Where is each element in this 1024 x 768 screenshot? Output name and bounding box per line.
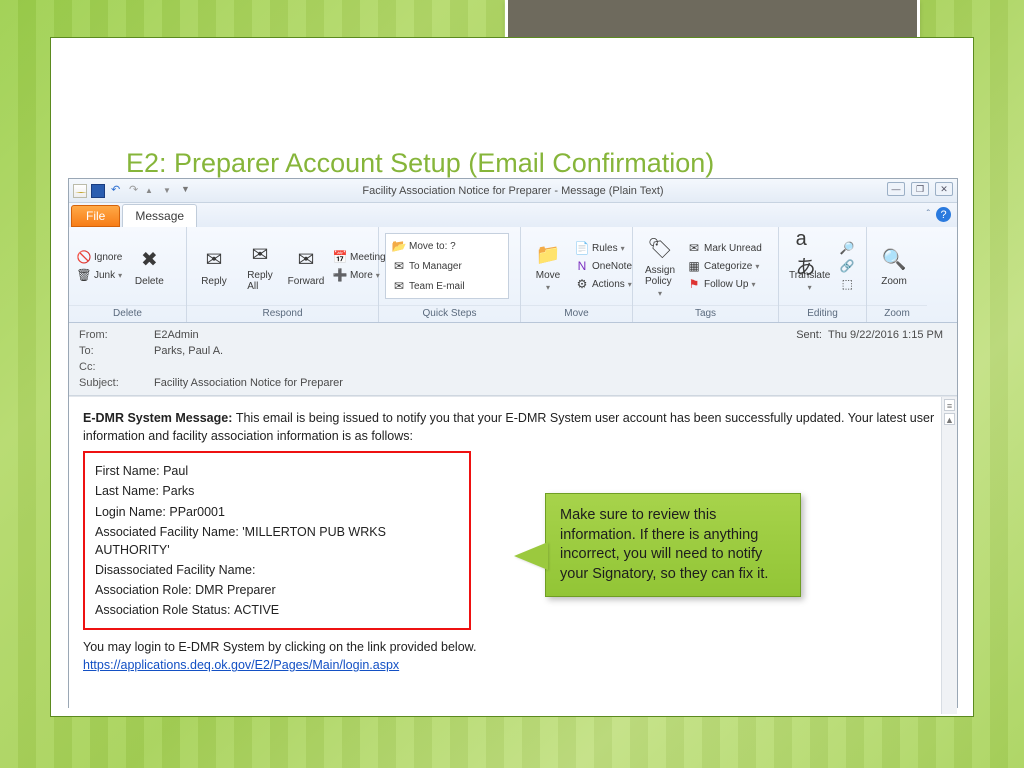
mail-icon <box>73 184 87 198</box>
to-value: Parks, Paul A. <box>154 345 223 357</box>
assign-policy-icon: 🏷 <box>646 235 674 263</box>
ribbon-tabs: File Message ˆ ? <box>69 203 957 227</box>
undo-icon[interactable] <box>109 184 123 198</box>
forward-button[interactable]: ✉Forward <box>285 244 327 289</box>
system-message: E-DMR System Message: This email is bein… <box>83 409 943 445</box>
to-label: To: <box>79 345 154 357</box>
next-icon[interactable] <box>163 184 177 198</box>
close-button[interactable]: ✕ <box>935 182 953 196</box>
actions-icon: ⚙ <box>575 277 589 291</box>
group-tags-label: Tags <box>633 305 778 322</box>
group-move-label: Move <box>521 305 632 322</box>
delete-icon: ✖ <box>135 246 163 274</box>
rules-button[interactable]: 📄Rules <box>573 240 634 256</box>
move-icon: 📁 <box>534 240 562 268</box>
login-link[interactable]: https://applications.deq.ok.gov/E2/Pages… <box>83 658 399 672</box>
related-icon: 🔗 <box>840 259 854 273</box>
reply-icon: ✉ <box>200 246 228 274</box>
reply-button[interactable]: ✉Reply <box>193 244 235 289</box>
mark-unread-button[interactable]: ✉Mark Unread <box>685 240 764 256</box>
quicksteps-list[interactable]: 📂Move to: ? ✉To Manager ✉Team E-mail <box>385 233 509 299</box>
moveto-icon: 📂 <box>392 239 406 253</box>
rules-icon: 📄 <box>575 241 589 255</box>
group-quicksteps-label: Quick Steps <box>379 305 520 322</box>
user-info-box: First Name: Paul Last Name: Parks Login … <box>83 451 471 630</box>
group-editing-label: Editing <box>779 305 866 322</box>
unread-icon: ✉ <box>687 241 701 255</box>
move-button[interactable]: 📁Move <box>527 238 569 294</box>
onenote-icon: N <box>575 259 589 273</box>
login-prompt: You may login to E-DMR System by clickin… <box>83 638 943 656</box>
junk-button[interactable]: 🗑Junk <box>75 267 124 283</box>
message-body: ≡▲ E-DMR System Message: This email is b… <box>69 396 957 714</box>
prev-icon[interactable] <box>145 184 159 198</box>
select-icon: ⬚ <box>840 277 854 291</box>
redo-icon[interactable] <box>127 184 141 198</box>
restore-button[interactable]: ❐ <box>911 182 929 196</box>
ribbon: 🚫Ignore 🗑Junk ✖Delete Delete ✉Reply ✉Rep… <box>69 227 957 323</box>
slide-title: E2: Preparer Account Setup (Email Confir… <box>126 148 714 179</box>
related-button[interactable]: 🔗 <box>838 258 856 274</box>
teamemail-icon: ✉ <box>392 279 406 293</box>
sent-field: Sent: Thu 9/22/2016 1:15 PM <box>796 329 943 341</box>
callout-note: Make sure to review this information. If… <box>545 493 801 597</box>
tab-file[interactable]: File <box>71 205 120 227</box>
onenote-button[interactable]: NOneNote <box>573 258 634 274</box>
translate-button[interactable]: aあTranslate <box>785 238 834 294</box>
group-delete-label: Delete <box>69 305 186 322</box>
qat-customize-icon[interactable]: ▼ <box>181 184 195 198</box>
from-value: E2Admin <box>154 329 199 341</box>
translate-icon: aあ <box>796 240 824 268</box>
forward-icon: ✉ <box>292 246 320 274</box>
assign-policy-button[interactable]: 🏷Assign Policy <box>639 233 681 300</box>
minimize-button[interactable]: — <box>887 182 905 196</box>
junk-icon: 🗑 <box>77 268 91 282</box>
save-icon[interactable] <box>91 184 105 198</box>
subject-label: Subject: <box>79 377 154 389</box>
tomanager-icon: ✉ <box>392 259 406 273</box>
actions-button[interactable]: ⚙Actions <box>573 276 634 292</box>
message-headers: From:E2Admin Sent: Thu 9/22/2016 1:15 PM… <box>69 323 957 396</box>
ignore-button[interactable]: 🚫Ignore <box>75 249 124 265</box>
subject-value: Facility Association Notice for Preparer <box>154 377 343 389</box>
window-title: Facility Association Notice for Preparer… <box>69 185 957 197</box>
from-label: From: <box>79 329 154 341</box>
ignore-icon: 🚫 <box>77 250 91 264</box>
help-icon[interactable]: ? <box>936 207 951 222</box>
find-button[interactable]: 🔎 <box>838 240 856 256</box>
outlook-window: ▼ Facility Association Notice for Prepar… <box>68 178 958 708</box>
tab-message[interactable]: Message <box>122 204 197 227</box>
followup-button[interactable]: ⚑Follow Up <box>685 276 764 292</box>
zoom-button[interactable]: 🔍Zoom <box>873 244 915 289</box>
titlebar: ▼ Facility Association Notice for Prepar… <box>69 179 957 203</box>
reply-all-icon: ✉ <box>246 240 274 268</box>
categorize-button[interactable]: ▦Categorize <box>685 258 764 274</box>
find-icon: 🔎 <box>840 241 854 255</box>
group-zoom-label: Zoom <box>867 305 927 322</box>
minimize-ribbon-icon[interactable]: ˆ <box>927 209 930 220</box>
zoom-icon: 🔍 <box>880 246 908 274</box>
meeting-icon: 📅 <box>333 250 347 264</box>
slide-frame: E2: Preparer Account Setup (Email Confir… <box>50 37 974 717</box>
group-respond-label: Respond <box>187 305 378 322</box>
quick-access-toolbar: ▼ <box>69 184 195 198</box>
scrollbar[interactable]: ≡▲ <box>941 397 957 714</box>
delete-button[interactable]: ✖Delete <box>128 244 170 289</box>
select-button[interactable]: ⬚ <box>838 276 856 292</box>
reply-all-button[interactable]: ✉Reply All <box>239 238 281 294</box>
categorize-icon: ▦ <box>687 259 701 273</box>
flag-icon: ⚑ <box>687 277 701 291</box>
cc-label: Cc: <box>79 361 154 373</box>
more-icon: ➕ <box>333 268 347 282</box>
